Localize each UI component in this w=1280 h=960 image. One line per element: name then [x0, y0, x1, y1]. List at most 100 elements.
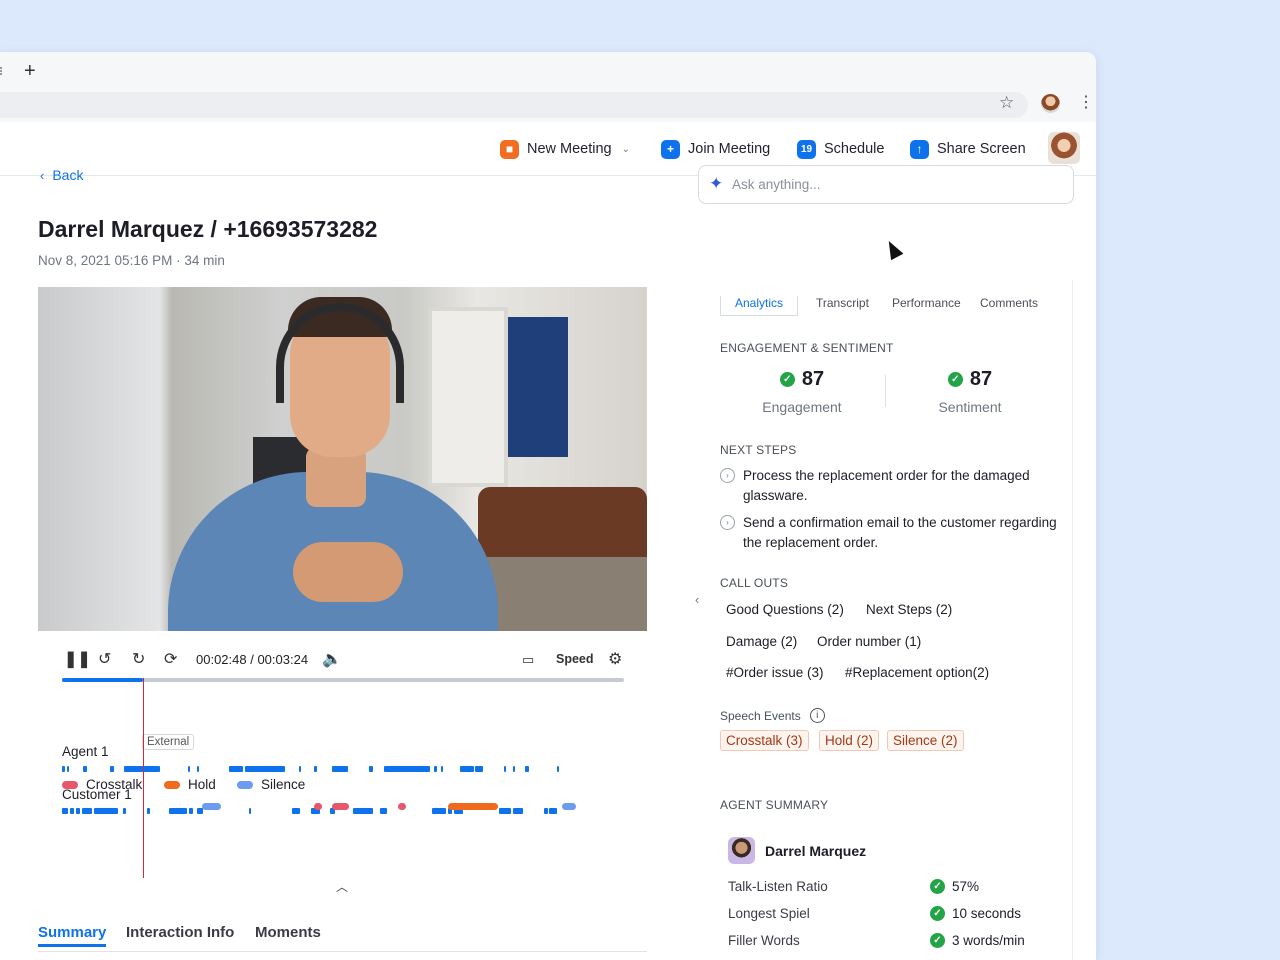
- agent-talk-segment[interactable]: [245, 766, 285, 772]
- stat-value-text: 57%: [952, 879, 980, 894]
- browser-profile-avatar[interactable]: [1041, 94, 1060, 113]
- agent-talk-segment[interactable]: [124, 766, 160, 772]
- agent-talk-segment[interactable]: [513, 766, 515, 772]
- tab-transcript[interactable]: Transcript: [816, 296, 869, 310]
- chevron-right-circle-icon: ›: [720, 468, 735, 483]
- plus-icon[interactable]: +: [24, 61, 36, 81]
- back-link[interactable]: ‹ Back: [40, 167, 83, 183]
- video-person-hands: [293, 542, 403, 602]
- agent-talk-segment[interactable]: [83, 766, 87, 772]
- agent-talk-segment[interactable]: [475, 766, 483, 772]
- agent-talk-segment[interactable]: [229, 766, 243, 772]
- chevron-down-icon[interactable]: ⌄: [622, 144, 630, 155]
- agent-talk-segment[interactable]: [460, 766, 474, 772]
- tab-summary[interactable]: Summary: [38, 924, 107, 947]
- external-badge: External: [142, 734, 195, 750]
- agent-talk-segment[interactable]: [188, 766, 190, 772]
- callout-tag[interactable]: Damage (2): [726, 634, 797, 649]
- speech-tag-hold[interactable]: Hold (2): [819, 730, 880, 751]
- crosstalk-swatch: [62, 780, 78, 789]
- volume-icon[interactable]: 🔈: [322, 650, 342, 670]
- agent-talk-segment[interactable]: [384, 766, 430, 772]
- progress-fill: [62, 678, 144, 682]
- progress-track[interactable]: [62, 678, 624, 682]
- crosstalk-event[interactable]: [332, 803, 349, 810]
- sparkle-icon: ✦: [709, 174, 724, 193]
- agent-talk-segment[interactable]: [314, 766, 317, 772]
- tab-interaction-info[interactable]: Interaction Info: [126, 924, 234, 941]
- tab-moments[interactable]: Moments: [255, 924, 321, 941]
- agent-talk-segment[interactable]: [434, 766, 437, 772]
- schedule-button[interactable]: 19 Schedule: [797, 138, 884, 160]
- skip-icon[interactable]: ⟳: [164, 650, 177, 670]
- chevron-up-icon[interactable]: ︿: [336, 878, 348, 895]
- video-bg-window: [508, 317, 568, 457]
- new-meeting-label: New Meeting: [527, 141, 612, 157]
- callout-tag[interactable]: #Replacement option(2): [845, 665, 989, 680]
- agent-talk-segment[interactable]: [525, 766, 529, 772]
- forward-15-icon[interactable]: ↻: [132, 650, 145, 670]
- tab-performance[interactable]: Performance: [892, 296, 961, 310]
- info-icon[interactable]: i: [809, 708, 825, 723]
- sentiment-label: Sentiment: [938, 399, 1002, 415]
- crosstalk-event[interactable]: [398, 803, 406, 810]
- check-circle-icon: ✓: [930, 933, 945, 948]
- rewind-15-icon[interactable]: ↺: [98, 650, 111, 670]
- tab-analytics[interactable]: Analytics: [720, 296, 799, 316]
- check-circle-icon: ✓: [779, 372, 795, 387]
- stat-value-text: 10 seconds: [952, 906, 1022, 921]
- share-screen-button[interactable]: ↑ Share Screen: [910, 138, 1026, 160]
- gear-icon[interactable]: ⚙: [608, 650, 622, 670]
- agent-talk-segment[interactable]: [369, 766, 373, 772]
- kebab-icon[interactable]: ⋮: [1078, 94, 1094, 112]
- hold-event[interactable]: [448, 803, 498, 810]
- callout-tag[interactable]: Good Questions (2): [726, 602, 844, 617]
- star-icon[interactable]: ☆: [999, 94, 1014, 112]
- chevron-left-icon[interactable]: ‹: [695, 592, 699, 607]
- next-step-item[interactable]: › Send a confirmation email to the custo…: [720, 513, 1060, 552]
- silence-event[interactable]: [562, 803, 576, 810]
- crosstalk-event[interactable]: [314, 803, 322, 810]
- playhead[interactable]: [143, 678, 144, 878]
- agent-talk-segment[interactable]: [67, 766, 69, 772]
- calendar-icon: 19: [797, 139, 816, 159]
- speech-tag-crosstalk[interactable]: Crosstalk (3): [720, 730, 809, 751]
- pause-icon[interactable]: ❚❚: [64, 650, 91, 670]
- agent-talk-segment[interactable]: [332, 766, 348, 772]
- callout-tag[interactable]: Order number (1): [817, 634, 921, 649]
- agent-talk-segment[interactable]: [441, 766, 443, 772]
- next-step-item[interactable]: › Process the replacement order for the …: [720, 466, 1060, 505]
- stat-value: ✓ 3 words/min: [930, 933, 1025, 948]
- address-bar[interactable]: [0, 92, 1028, 118]
- share-screen-label: Share Screen: [937, 141, 1026, 157]
- captions-icon[interactable]: ▭: [522, 650, 534, 670]
- ask-input[interactable]: ✦ Ask anything...: [698, 165, 1074, 204]
- agent-talk-segment[interactable]: [299, 766, 301, 772]
- agent-talk-segment[interactable]: [62, 766, 65, 772]
- legend-hold-label: Hold: [188, 777, 216, 792]
- tab-strip: +: [0, 52, 1096, 90]
- silence-event[interactable]: [202, 803, 221, 810]
- speech-tag-silence[interactable]: Silence (2): [887, 730, 964, 751]
- agent-talk-segment[interactable]: [557, 766, 559, 772]
- next-step-text: Send a confirmation email to the custome…: [743, 515, 1057, 550]
- speed-button[interactable]: Speed: [556, 652, 594, 666]
- check-circle-icon: ✓: [947, 372, 963, 387]
- join-meeting-button[interactable]: + Join Meeting: [661, 138, 770, 160]
- stat-label: Filler Words: [728, 933, 800, 948]
- back-label: Back: [52, 167, 84, 183]
- agent-talk-lane[interactable]: [62, 766, 582, 774]
- video-bg-sofa: [478, 487, 647, 567]
- engagement-heading: ENGAGEMENT & SENTIMENT: [720, 341, 894, 355]
- agent-talk-segment[interactable]: [110, 766, 114, 772]
- metric-divider: [885, 375, 886, 407]
- user-avatar[interactable]: [1048, 132, 1080, 164]
- agent-talk-segment[interactable]: [504, 766, 506, 772]
- callout-tag[interactable]: Next Steps (2): [866, 602, 952, 617]
- agent-talk-segment[interactable]: [197, 766, 199, 772]
- callout-tag[interactable]: #Order issue (3): [726, 665, 824, 680]
- video-player[interactable]: [38, 287, 647, 631]
- next-step-text: Process the replacement order for the da…: [743, 468, 1030, 503]
- tab-comments[interactable]: Comments: [980, 296, 1038, 310]
- new-meeting-button[interactable]: ■ New Meeting ⌄: [500, 138, 630, 160]
